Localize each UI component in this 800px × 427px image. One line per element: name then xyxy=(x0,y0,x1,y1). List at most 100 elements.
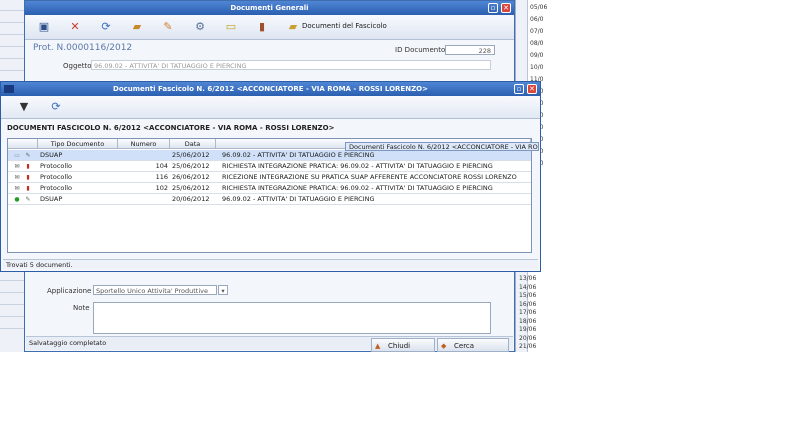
dialog-status-text: Trovati 5 documenti. xyxy=(6,261,73,269)
documenti-fascicolo-button[interactable]: Documenti del Fascicolo xyxy=(302,22,387,30)
table-row[interactable]: ✉ ▮ Protocollo 116 26/06/2012 RICEZIONE … xyxy=(8,172,531,183)
cell-numero xyxy=(118,150,170,161)
table-row[interactable]: ✉ ▮ Protocollo 102 25/06/2012 RICHIESTA … xyxy=(8,183,531,194)
main-titlebar: Documenti Generali ▫ ✕ xyxy=(25,1,514,15)
dialog-heading: DOCUMENTI FASCICOLO N. 6/2012 <ACCONCIAT… xyxy=(7,124,335,132)
chiudi-button[interactable]: ▲ Chiudi xyxy=(371,338,435,352)
cell-tipo: DSUAP xyxy=(40,151,63,159)
refresh-icon[interactable]: ⟳ xyxy=(99,20,113,34)
mail-icon: ✉ xyxy=(14,163,20,170)
row-tooltip: Documenti Fascicolo N. 6/2012 <ACCONCIAT… xyxy=(345,142,539,151)
dialog-titlebar: Documenti Fascicolo N. 6/2012 <ACCONCIAT… xyxy=(1,82,540,96)
dialog-statusbar: Trovati 5 documenti. xyxy=(3,259,538,269)
cerca-button[interactable]: ◆ Cerca xyxy=(437,338,509,352)
background-date-item: 15/06 xyxy=(519,292,537,299)
dialog-toolbar: ▼ ⟳ xyxy=(1,96,540,119)
background-date-item: 17/06 xyxy=(519,309,537,316)
background-date-item: 16/06 xyxy=(519,300,537,308)
envelope-icon[interactable]: ▭ xyxy=(224,20,238,34)
chevron-down-icon[interactable]: ▾ xyxy=(218,285,228,295)
close-button[interactable]: ✕ xyxy=(501,3,511,13)
background-date-item: 09/0 xyxy=(530,52,544,59)
dialog-close-button[interactable]: ✕ xyxy=(527,84,537,94)
table-row[interactable]: ▭ ✎ DSUAP 25/06/2012 96.09.02 - ATTIVITA… xyxy=(8,150,531,161)
folder-icon[interactable]: ▰ xyxy=(130,20,144,34)
pdf-icon: ▮ xyxy=(26,185,30,192)
main-toolbar: ▣ ✕ ⟳ ▰ ✎ ⚙ ▭ ▮ ▰ Documenti del Fascicol… xyxy=(25,15,514,40)
dialog-restore-button[interactable]: ▫ xyxy=(514,84,524,94)
dialog-title: Documenti Fascicolo N. 6/2012 <ACCONCIAT… xyxy=(113,85,428,93)
delete-icon[interactable]: ✕ xyxy=(68,20,82,34)
applicazione-label: Applicazione xyxy=(47,287,92,295)
table-row[interactable]: ✉ ▮ Protocollo 104 25/06/2012 RICHIESTA … xyxy=(8,161,531,172)
oggetto-field[interactable]: 96.09.02 - ATTIVITA' DI TATUAGGIO E PIER… xyxy=(91,60,491,70)
column-header-data[interactable]: Data xyxy=(170,139,216,149)
cell-oggetto: RICHIESTA INTEGRAZIONE PRATICA: 96.09.02… xyxy=(222,184,493,192)
note-label: Note xyxy=(73,304,90,312)
main-window-title: Documenti Generali xyxy=(230,4,309,12)
note-field[interactable] xyxy=(93,302,491,334)
cell-oggetto: RICEZIONE INTEGRAZIONE SU PRATICA SUAP A… xyxy=(222,173,517,181)
cell-tipo: Protocollo xyxy=(40,184,72,192)
app-icon xyxy=(4,85,14,93)
attach-icon[interactable]: ⚙ xyxy=(193,20,207,34)
background-date-item: 08/0 xyxy=(530,40,544,47)
background-date-item: 07/0 xyxy=(530,28,544,35)
column-header-icons xyxy=(8,139,38,149)
cell-oggetto: 96.09.02 - ATTIVITA' DI TATUAGGIO E PIER… xyxy=(222,195,375,203)
id-documento-field[interactable]: 228 xyxy=(445,45,495,55)
background-date-column-lower: 13/06 14/06 15/06 16/06 17/06 18/06 19/06 20/06… xyxy=(517,273,542,352)
documents-folder-icon[interactable]: ▰ xyxy=(286,20,300,34)
paperclip-icon: ✎ xyxy=(25,196,31,203)
paperclip-icon: ✎ xyxy=(25,152,31,159)
table-row[interactable]: ● ✎ DSUAP 20/06/2012 96.09.02 - ATTIVITA… xyxy=(8,194,531,205)
binder-icon[interactable]: ▮ xyxy=(255,20,269,34)
background-date-item: 06/0 xyxy=(530,16,544,23)
pdf-icon: ▮ xyxy=(26,174,30,181)
column-header-numero[interactable]: Numero xyxy=(118,139,170,149)
background-date-item: 10/0 xyxy=(530,64,544,71)
main-status-text: Salvataggio completato xyxy=(29,339,107,347)
document-icon: ▭ xyxy=(14,152,20,159)
exit-icon: ▲ xyxy=(375,342,381,350)
dialog-refresh-icon[interactable]: ⟳ xyxy=(49,100,63,114)
edit-icon[interactable]: ✎ xyxy=(161,20,175,34)
mail-icon: ✉ xyxy=(14,174,20,181)
cell-tipo: Protocollo xyxy=(40,162,72,170)
cell-oggetto: 96.09.02 - ATTIVITA' DI TATUAGGIO E PIER… xyxy=(222,151,375,159)
cell-tipo: Protocollo xyxy=(40,173,72,181)
restore-button[interactable]: ▫ xyxy=(488,3,498,13)
protocol-number: Prot. N.0000116/2012 xyxy=(33,43,133,53)
filter-icon[interactable]: ▼ xyxy=(17,100,31,114)
cell-data: 25/06/2012 xyxy=(172,151,210,159)
background-date-item: 20/06 xyxy=(519,334,537,342)
cell-numero xyxy=(118,194,170,205)
background-date-item: 21/06 xyxy=(519,343,537,350)
documenti-fascicolo-dialog: Documenti Fascicolo N. 6/2012 <ACCONCIAT… xyxy=(0,81,541,272)
check-icon: ● xyxy=(14,196,20,203)
cerca-button-label: Cerca xyxy=(454,342,475,350)
background-date-item: 19/06 xyxy=(519,326,537,333)
oggetto-label: Oggetto xyxy=(63,62,92,70)
applicazione-select[interactable]: Sportello Unico Attivita' Produttive xyxy=(93,285,217,295)
pdf-icon: ▮ xyxy=(26,163,30,170)
save-icon[interactable]: ▣ xyxy=(37,20,51,34)
background-date-item: 13/06 xyxy=(519,275,537,282)
cell-tipo: DSUAP xyxy=(40,195,63,203)
mail-icon: ✉ xyxy=(14,185,20,192)
documents-table: Tipo Documento Numero Data ▭ ✎ DSUAP 25/… xyxy=(7,138,532,253)
cell-data: 25/06/2012 xyxy=(172,184,210,192)
cell-data: 20/06/2012 xyxy=(172,195,210,203)
cell-data: 25/06/2012 xyxy=(172,162,210,170)
chiudi-button-label: Chiudi xyxy=(388,342,411,350)
cell-numero: 102 xyxy=(155,184,168,192)
background-date-item: 05/06 xyxy=(530,4,548,11)
background-date-item: 18/06 xyxy=(519,317,537,325)
cell-oggetto: RICHIESTA INTEGRAZIONE PRATICA: 96.09.02… xyxy=(222,162,493,170)
search-icon: ◆ xyxy=(441,342,447,350)
column-header-tipo[interactable]: Tipo Documento xyxy=(38,139,118,149)
cell-numero: 104 xyxy=(155,162,168,170)
cell-numero: 116 xyxy=(155,173,168,181)
id-documento-label: ID Documento xyxy=(395,46,446,54)
cell-data: 26/06/2012 xyxy=(172,173,210,181)
